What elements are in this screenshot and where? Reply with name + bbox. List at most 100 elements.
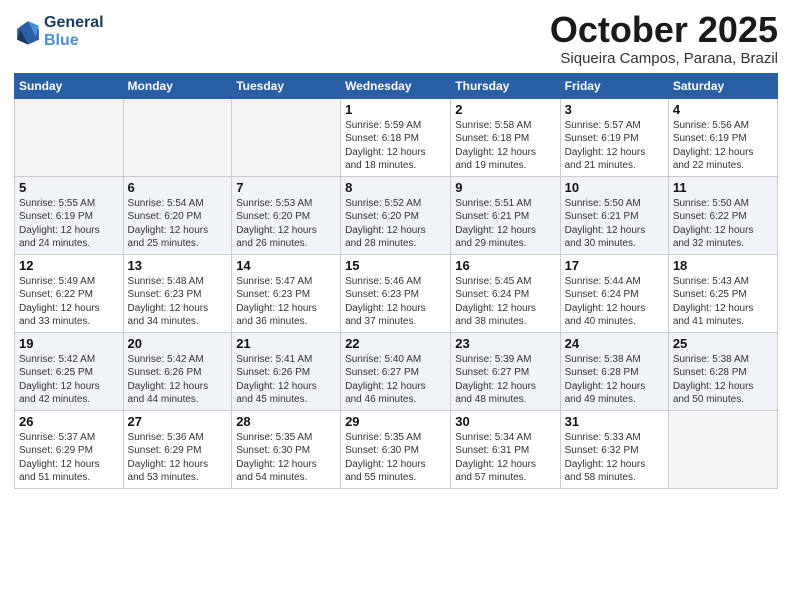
logo-icon [14, 18, 42, 46]
table-row: 7 Sunrise: 5:53 AM Sunset: 6:20 PM Daylig… [232, 176, 341, 254]
title-block: October 2025 Siqueira Campos, Parana, Br… [550, 10, 778, 67]
day-number: 9 [455, 180, 555, 195]
table-row: 8 Sunrise: 5:52 AM Sunset: 6:20 PM Daylig… [341, 176, 451, 254]
day-number: 29 [345, 414, 446, 429]
table-row: 4 Sunrise: 5:56 AM Sunset: 6:19 PM Daylig… [668, 98, 777, 176]
table-row: 16Sunrise: 5:45 AM Sunset: 6:24 PM Dayli… [451, 254, 560, 332]
day-info: Sunrise: 5:51 AM Sunset: 6:21 PM Dayligh… [455, 197, 555, 251]
day-number: 23 [455, 336, 555, 351]
day-number: 4 [673, 102, 773, 117]
day-number: 20 [128, 336, 228, 351]
day-number: 19 [19, 336, 119, 351]
day-info: Sunrise: 5:35 AM Sunset: 6:30 PM Dayligh… [345, 431, 446, 485]
day-info: Sunrise: 5:54 AM Sunset: 6:20 PM Dayligh… [128, 197, 228, 251]
day-number: 28 [236, 414, 336, 429]
day-info: Sunrise: 5:42 AM Sunset: 6:26 PM Dayligh… [128, 353, 228, 407]
day-info: Sunrise: 5:50 AM Sunset: 6:22 PM Dayligh… [673, 197, 773, 251]
day-info: Sunrise: 5:34 AM Sunset: 6:31 PM Dayligh… [455, 431, 555, 485]
day-number: 21 [236, 336, 336, 351]
day-info: Sunrise: 5:39 AM Sunset: 6:27 PM Dayligh… [455, 353, 555, 407]
table-row: 2 Sunrise: 5:58 AM Sunset: 6:18 PM Daylig… [451, 98, 560, 176]
day-number: 22 [345, 336, 446, 351]
day-info: Sunrise: 5:37 AM Sunset: 6:29 PM Dayligh… [19, 431, 119, 485]
day-number: 26 [19, 414, 119, 429]
table-row: 21 Sunrise: 5:41 AM Sunset: 6:26 PM Dayli… [232, 332, 341, 410]
table-row: 5 Sunrise: 5:55 AM Sunset: 6:19 PM Daylig… [15, 176, 124, 254]
day-info: Sunrise: 5:49 AM Sunset: 6:22 PM Dayligh… [19, 275, 119, 329]
day-info: Sunrise: 5:44 AM Sunset: 6:24 PM Dayligh… [565, 275, 664, 329]
day-number: 7 [236, 180, 336, 195]
table-row [232, 98, 341, 176]
day-number: 25 [673, 336, 773, 351]
logo-text: General Blue [44, 14, 104, 49]
day-number: 11 [673, 180, 773, 195]
day-number: 17 [565, 258, 664, 273]
day-info: Sunrise: 5:48 AM Sunset: 6:23 PM Dayligh… [128, 275, 228, 329]
calendar-table: Sunday Monday Tuesday Wednesday Thursday… [14, 73, 778, 489]
calendar-header-row: Sunday Monday Tuesday Wednesday Thursday… [15, 73, 778, 98]
day-info: Sunrise: 5:50 AM Sunset: 6:21 PM Dayligh… [565, 197, 664, 251]
day-info: Sunrise: 5:56 AM Sunset: 6:19 PM Dayligh… [673, 119, 773, 173]
day-number: 14 [236, 258, 336, 273]
day-info: Sunrise: 5:38 AM Sunset: 6:28 PM Dayligh… [565, 353, 664, 407]
table-row: 27 Sunrise: 5:36 AM Sunset: 6:29 PM Dayli… [123, 410, 232, 488]
table-row: 22Sunrise: 5:40 AM Sunset: 6:27 PM Dayli… [341, 332, 451, 410]
day-number: 30 [455, 414, 555, 429]
table-row: 1Sunrise: 5:59 AM Sunset: 6:18 PM Daylig… [341, 98, 451, 176]
table-row: 29 Sunrise: 5:35 AM Sunset: 6:30 PM Dayli… [341, 410, 451, 488]
day-info: Sunrise: 5:47 AM Sunset: 6:23 PM Dayligh… [236, 275, 336, 329]
day-info: Sunrise: 5:45 AM Sunset: 6:24 PM Dayligh… [455, 275, 555, 329]
table-row: 28 Sunrise: 5:35 AM Sunset: 6:30 PM Dayli… [232, 410, 341, 488]
logo: General Blue [14, 14, 104, 49]
day-number: 12 [19, 258, 119, 273]
table-row: 13 Sunrise: 5:48 AM Sunset: 6:23 PM Dayli… [123, 254, 232, 332]
table-row [668, 410, 777, 488]
table-row: 14 Sunrise: 5:47 AM Sunset: 6:23 PM Dayli… [232, 254, 341, 332]
table-row: 10 Sunrise: 5:50 AM Sunset: 6:21 PM Dayli… [560, 176, 668, 254]
day-number: 2 [455, 102, 555, 117]
col-monday: Monday [123, 73, 232, 98]
day-number: 18 [673, 258, 773, 273]
table-row: 15Sunrise: 5:46 AM Sunset: 6:23 PM Dayli… [341, 254, 451, 332]
day-info: Sunrise: 5:41 AM Sunset: 6:26 PM Dayligh… [236, 353, 336, 407]
day-info: Sunrise: 5:36 AM Sunset: 6:29 PM Dayligh… [128, 431, 228, 485]
day-info: Sunrise: 5:35 AM Sunset: 6:30 PM Dayligh… [236, 431, 336, 485]
page: General Blue October 2025 Siqueira Campo… [0, 0, 792, 612]
table-row: 11 Sunrise: 5:50 AM Sunset: 6:22 PM Dayli… [668, 176, 777, 254]
day-number: 8 [345, 180, 446, 195]
day-number: 15 [345, 258, 446, 273]
col-tuesday: Tuesday [232, 73, 341, 98]
table-row: 19Sunrise: 5:42 AM Sunset: 6:25 PM Dayli… [15, 332, 124, 410]
table-row: 24Sunrise: 5:38 AM Sunset: 6:28 PM Dayli… [560, 332, 668, 410]
col-wednesday: Wednesday [341, 73, 451, 98]
day-info: Sunrise: 5:52 AM Sunset: 6:20 PM Dayligh… [345, 197, 446, 251]
col-thursday: Thursday [451, 73, 560, 98]
month-title: October 2025 [550, 10, 778, 50]
table-row: 3Sunrise: 5:57 AM Sunset: 6:19 PM Daylig… [560, 98, 668, 176]
day-info: Sunrise: 5:33 AM Sunset: 6:32 PM Dayligh… [565, 431, 664, 485]
day-info: Sunrise: 5:55 AM Sunset: 6:19 PM Dayligh… [19, 197, 119, 251]
day-number: 10 [565, 180, 664, 195]
day-info: Sunrise: 5:53 AM Sunset: 6:20 PM Dayligh… [236, 197, 336, 251]
table-row: 31 Sunrise: 5:33 AM Sunset: 6:32 PM Dayli… [560, 410, 668, 488]
header: General Blue October 2025 Siqueira Campo… [14, 10, 778, 67]
table-row [15, 98, 124, 176]
day-number: 27 [128, 414, 228, 429]
day-number: 31 [565, 414, 664, 429]
calendar-week-row: 19Sunrise: 5:42 AM Sunset: 6:25 PM Dayli… [15, 332, 778, 410]
table-row [123, 98, 232, 176]
table-row: 18Sunrise: 5:43 AM Sunset: 6:25 PM Dayli… [668, 254, 777, 332]
table-row: 12 Sunrise: 5:49 AM Sunset: 6:22 PM Dayli… [15, 254, 124, 332]
col-friday: Friday [560, 73, 668, 98]
location: Siqueira Campos, Parana, Brazil [550, 50, 778, 67]
day-number: 5 [19, 180, 119, 195]
calendar-week-row: 1Sunrise: 5:59 AM Sunset: 6:18 PM Daylig… [15, 98, 778, 176]
table-row: 6Sunrise: 5:54 AM Sunset: 6:20 PM Daylig… [123, 176, 232, 254]
day-number: 13 [128, 258, 228, 273]
day-info: Sunrise: 5:58 AM Sunset: 6:18 PM Dayligh… [455, 119, 555, 173]
table-row: 30 Sunrise: 5:34 AM Sunset: 6:31 PM Dayli… [451, 410, 560, 488]
calendar-week-row: 12 Sunrise: 5:49 AM Sunset: 6:22 PM Dayli… [15, 254, 778, 332]
table-row: 23 Sunrise: 5:39 AM Sunset: 6:27 PM Dayli… [451, 332, 560, 410]
day-info: Sunrise: 5:57 AM Sunset: 6:19 PM Dayligh… [565, 119, 664, 173]
calendar-week-row: 26 Sunrise: 5:37 AM Sunset: 6:29 PM Dayli… [15, 410, 778, 488]
